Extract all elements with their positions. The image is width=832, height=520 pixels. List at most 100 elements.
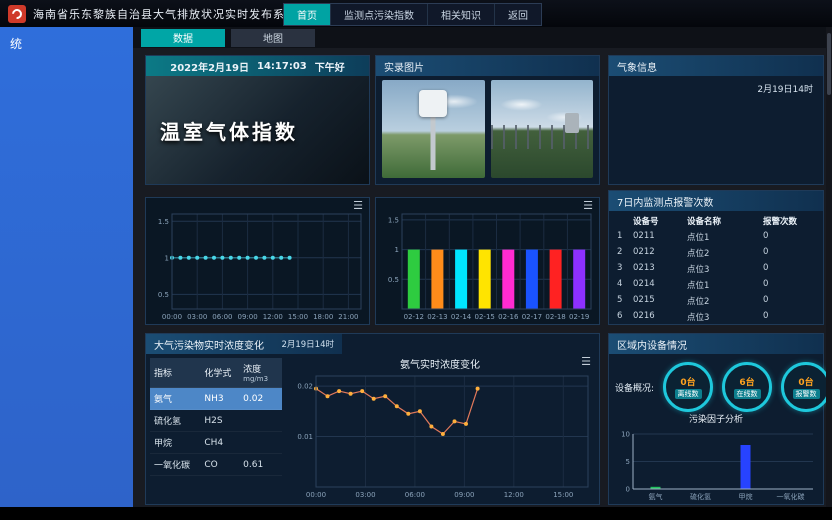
table-row[interactable]: 10211点位10	[613, 229, 819, 245]
svg-text:18:00: 18:00	[313, 313, 333, 321]
svg-text:03:00: 03:00	[355, 491, 375, 499]
svg-text:5: 5	[626, 458, 630, 466]
svg-text:10: 10	[621, 431, 630, 439]
svg-text:0.02: 0.02	[297, 383, 313, 391]
tab-data[interactable]: 数据	[141, 29, 225, 47]
svg-text:02-13: 02-13	[427, 313, 447, 321]
svg-text:硫化氢: 硫化氢	[690, 492, 711, 501]
svg-text:02-19: 02-19	[569, 313, 589, 321]
alarm-panel: 7日内监测点报警次数 设备号 设备名称 报警次数 10211点位10 20212…	[608, 190, 824, 325]
col-device-name: 设备名称	[687, 215, 763, 227]
weather-panel: 气象信息 2月19日14时	[608, 55, 824, 185]
alarm-table-header: 设备号 设备名称 报警次数	[613, 213, 819, 229]
col-formula: 化学式	[204, 366, 243, 379]
sidebar: 统	[0, 27, 133, 507]
svg-text:1.5: 1.5	[388, 216, 399, 224]
col-alarm-count: 报警次数	[763, 215, 815, 227]
svg-text:02-17: 02-17	[522, 313, 542, 321]
tab-map[interactable]: 地图	[231, 29, 315, 47]
pollutant-title: 大气污染物实时浓度变化	[154, 337, 264, 352]
svg-text:02-15: 02-15	[475, 313, 495, 321]
photos-title: 实录图片	[384, 59, 424, 74]
slide-title: 温室气体指数	[146, 116, 298, 145]
current-date: 2022年2月19日	[170, 59, 249, 74]
field-equipment	[565, 113, 579, 133]
weather-panel-header: 气象信息	[609, 56, 823, 76]
pollutant-row-co[interactable]: 一氧化碳CO0.61	[150, 454, 282, 476]
pollutant-table: 指标 化学式 浓度mg/m3 氨气NH30.02 硫化氢H2S 甲烷CH4 一氧…	[150, 358, 282, 476]
table-row[interactable]: 30213点位30	[613, 261, 819, 277]
sidebar-label: 统	[0, 27, 133, 60]
col-device-id: 设备号	[633, 215, 687, 227]
svg-text:一氧化碳: 一氧化碳	[777, 492, 805, 501]
svg-text:0.01: 0.01	[297, 433, 313, 441]
greenhouse-line-chart: 0.511.500:0003:0006:0009:0012:0015:0018:…	[148, 208, 367, 322]
svg-text:12:00: 12:00	[504, 491, 524, 499]
pollutant-row-nh3[interactable]: 氨气NH30.02	[150, 388, 282, 410]
datetime-bar: 2022年2月19日 14:17:03 下午好	[146, 56, 369, 76]
alarm-table: 设备号 设备名称 报警次数 10211点位10 20212点位20 30213点…	[613, 213, 819, 322]
table-row[interactable]: 20212点位20	[613, 245, 819, 261]
daily-bar-chart-panel: ☰ 0.511.502-1202-1302-1402-1502-1602-170…	[375, 197, 600, 325]
photos-panel: 实录图片	[375, 55, 600, 185]
overview-panel: 2022年2月19日 14:17:03 下午好 温室气体指数	[145, 55, 370, 185]
weather-title: 气象信息	[617, 59, 657, 74]
app-logo-icon	[8, 5, 26, 23]
svg-text:09:00: 09:00	[454, 491, 474, 499]
station-pole	[431, 115, 436, 170]
current-time: 14:17:03	[257, 61, 307, 72]
svg-text:甲烷: 甲烷	[739, 492, 753, 501]
devices-panel: 区域内设备情况 设备概况: 0台 离线数 6台 在线数 0台 报警数 污染因子分…	[608, 333, 824, 505]
svg-text:15:00: 15:00	[553, 491, 573, 499]
tab-bar: 数据 地图	[133, 27, 832, 48]
pollutant-row-ch4[interactable]: 甲烷CH4	[150, 432, 282, 454]
devices-panel-header: 区域内设备情况	[609, 334, 823, 354]
nav-back[interactable]: 返回	[495, 4, 541, 25]
pollutant-table-header: 指标 化学式 浓度mg/m3	[150, 358, 282, 388]
factor-bar-chart: 0510氨气硫化氢甲烷一氧化碳	[613, 428, 819, 502]
table-row[interactable]: 50215点位20	[613, 293, 819, 309]
chart-menu-icon[interactable]: ☰	[581, 356, 591, 367]
alarm-panel-header: 7日内监测点报警次数	[609, 191, 823, 211]
svg-text:06:00: 06:00	[405, 491, 425, 499]
svg-text:03:00: 03:00	[187, 313, 207, 321]
svg-text:0.5: 0.5	[388, 276, 399, 284]
svg-text:12:00: 12:00	[263, 313, 283, 321]
table-row[interactable]: 40214点位10	[613, 277, 819, 293]
scrollbar-thumb[interactable]	[827, 33, 831, 95]
device-stats-row: 设备概况: 0台 离线数 6台 在线数 0台 报警数	[615, 362, 819, 412]
daily-bar-chart: 0.511.502-1202-1302-1402-1502-1602-1702-…	[378, 208, 597, 322]
topbar: 海南省乐东黎族自治县大气排放状况实时发布系 首页 监测点污染指数 相关知识 返回	[0, 0, 832, 27]
station-device	[419, 90, 447, 117]
svg-text:02-12: 02-12	[404, 313, 424, 321]
nh3-chart-title: 氨气实时浓度变化	[286, 356, 594, 371]
svg-text:02-18: 02-18	[545, 313, 565, 321]
nav-knowledge[interactable]: 相关知识	[428, 4, 495, 25]
table-row[interactable]: 60216点位30	[613, 309, 819, 325]
devices-title: 区域内设备情况	[617, 337, 687, 352]
svg-text:00:00: 00:00	[306, 491, 326, 499]
svg-text:21:00: 21:00	[338, 313, 358, 321]
svg-text:1.5: 1.5	[158, 218, 169, 226]
col-indicator: 指标	[154, 366, 204, 379]
greeting-text: 下午好	[315, 59, 345, 74]
svg-text:02-16: 02-16	[498, 313, 519, 321]
svg-text:02-14: 02-14	[451, 313, 472, 321]
carousel-slide[interactable]: 温室气体指数	[146, 76, 369, 184]
svg-text:1: 1	[395, 246, 399, 254]
svg-text:15:00: 15:00	[288, 313, 308, 321]
svg-text:06:00: 06:00	[212, 313, 232, 321]
pollutant-row-h2s[interactable]: 硫化氢H2S	[150, 410, 282, 432]
alarm-title: 7日内监测点报警次数	[617, 194, 713, 209]
footer-bar	[0, 507, 832, 520]
site-photo-field	[491, 80, 594, 178]
col-concentration: 浓度mg/m3	[243, 362, 278, 383]
site-photo-station	[382, 80, 485, 178]
nav-monitor-index[interactable]: 监测点污染指数	[331, 4, 428, 25]
svg-text:00:00: 00:00	[162, 313, 182, 321]
pollutant-panel: 大气污染物实时浓度变化 2月19日14时 指标 化学式 浓度mg/m3 氨气NH…	[145, 333, 600, 505]
scrollbar[interactable]	[826, 27, 832, 507]
nav-home[interactable]: 首页	[284, 4, 331, 25]
svg-text:0.5: 0.5	[158, 291, 169, 299]
alarm-count-badge: 0台 报警数	[781, 362, 831, 412]
